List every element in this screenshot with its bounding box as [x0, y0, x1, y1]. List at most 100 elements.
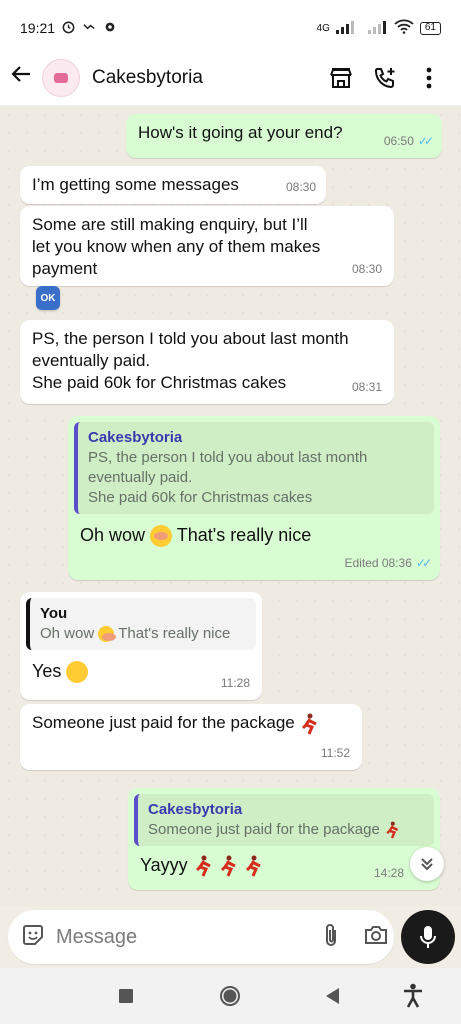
mic-icon [420, 926, 436, 948]
message-text: How's it going at your end? [138, 123, 343, 142]
home-button[interactable] [218, 984, 242, 1008]
read-ticks-icon: ✓✓ [417, 134, 434, 148]
message-meta: 11:28 [221, 672, 250, 694]
square-icon [119, 989, 133, 1003]
message-meta: 11:52 [321, 742, 350, 764]
dancer-emoji-icon [195, 855, 211, 877]
message-bubble-outgoing[interactable]: Cakesbytoria PS, the person I told you a… [68, 416, 440, 580]
double-chevron-down-icon [421, 858, 433, 871]
back-nav-button[interactable] [322, 986, 342, 1006]
message-text-part: Yes [32, 661, 62, 681]
battery-indicator: 61 [419, 21, 441, 35]
shop-button[interactable] [319, 67, 363, 89]
alarm-icon [61, 19, 76, 37]
add-call-icon [374, 67, 395, 88]
sticker-button[interactable] [20, 922, 46, 953]
message-meta: 06:50 ✓✓ [383, 130, 434, 152]
message-time: Edited 08:36 [344, 556, 412, 570]
message-time: 11:52 [320, 746, 350, 760]
message-line: payment [32, 259, 98, 278]
dancer-emoji-icon [386, 821, 399, 839]
camera-button[interactable] [363, 923, 389, 952]
back-button[interactable] [10, 63, 40, 92]
message-line: She paid 60k for Christmas cakes [32, 373, 287, 392]
message-input[interactable] [56, 925, 321, 949]
message-bubble-incoming[interactable]: PS, the person I told you about last mon… [20, 320, 394, 404]
signal-2-icon [367, 20, 388, 37]
chat-header: Cakesbytoria [0, 50, 461, 106]
quote-line: She paid 60k for Christmas cakes [88, 489, 313, 506]
message-bubble-outgoing[interactable]: How's it going at your end? 06:50 ✓✓ [126, 114, 442, 158]
attach-button[interactable] [321, 922, 341, 953]
quoted-message[interactable]: Cakesbytoria Someone just paid for the p… [134, 794, 434, 846]
quote-text: Oh wow That's really nice [40, 624, 246, 644]
accessibility-icon [404, 983, 422, 1008]
quote-author: Cakesbytoria [88, 429, 183, 446]
message-bubble-outgoing[interactable]: Cakesbytoria Someone just paid for the p… [128, 788, 440, 890]
circle-icon [220, 986, 240, 1006]
camera-icon [365, 925, 387, 944]
signal-icon [335, 20, 362, 37]
message-text-part: That's really nice [176, 525, 312, 545]
read-ticks-icon: ✓✓ [415, 556, 432, 570]
message-time: 06:50 [383, 134, 414, 148]
message-meta: 08:30 [352, 258, 382, 280]
triangle-back-icon [326, 988, 339, 1004]
status-bar: 19:21 4G 61 [0, 0, 461, 56]
network-label: 4G [316, 22, 330, 34]
grinning-sweat-face-icon [66, 661, 89, 684]
settings-icon [103, 20, 117, 37]
message-bubble-incoming[interactable]: I’m getting some messages 08:30 [20, 166, 326, 204]
accessibility-button[interactable] [400, 982, 426, 1010]
quote-author: Cakesbytoria [148, 801, 243, 818]
quote-text-part: Someone just paid for the package [148, 821, 380, 838]
message-line: Some are still making enquiry, but I’ll [32, 215, 308, 234]
message-text: Someone just paid for the package [32, 713, 295, 732]
recents-button[interactable] [116, 986, 136, 1006]
avatar[interactable] [42, 58, 80, 97]
composer-bar [0, 906, 461, 968]
voice-message-button[interactable] [401, 910, 455, 964]
quote-line: eventually paid. [88, 469, 193, 486]
message-bubble-incoming[interactable]: You Oh wow That's really nice Yes 11:28 [20, 592, 262, 700]
message-text: Oh wow That's really nice [74, 514, 434, 548]
quote-line: PS, the person I told you about last mon… [88, 449, 368, 466]
sticker-icon [23, 924, 43, 945]
message-bubble-incoming[interactable]: Someone just paid for the package 11:52 [20, 704, 362, 770]
cake-logo-icon [54, 72, 68, 83]
message-time: 11:28 [220, 676, 250, 690]
chat-title[interactable]: Cakesbytoria [92, 67, 319, 89]
paperclip-icon [326, 923, 336, 946]
quote-author: You [40, 605, 68, 622]
message-meta: 08:31 [352, 376, 382, 398]
flushed-face-icon [150, 525, 173, 548]
scroll-to-bottom-button[interactable] [410, 847, 444, 881]
more-options-button[interactable] [407, 67, 451, 89]
more-vert-icon [426, 67, 432, 88]
dancer-emoji-icon [220, 855, 236, 877]
storefront-icon [330, 67, 352, 88]
quoted-message[interactable]: Cakesbytoria PS, the person I told you a… [74, 422, 434, 514]
message-time: 08:30 [285, 180, 316, 194]
wifi-icon [394, 19, 414, 37]
missed-call-icon [82, 19, 97, 37]
system-nav-bar [0, 968, 461, 1024]
arrow-left-icon [11, 66, 30, 82]
message-time: 08:30 [351, 262, 382, 276]
message-line: eventually paid. [32, 351, 151, 370]
composer [8, 910, 394, 964]
quote-text: Someone just paid for the package [148, 820, 424, 840]
message-text: I’m getting some messages [32, 175, 239, 194]
quote-text-part: Oh wow [40, 625, 95, 642]
message-bubble-incoming[interactable]: Some are still making enquiry, but I’ll … [20, 206, 394, 286]
chat-area[interactable]: How's it going at your end? 06:50 ✓✓ I’m… [0, 106, 461, 906]
add-call-button[interactable] [363, 66, 407, 90]
quoted-message[interactable]: You Oh wow That's really nice [26, 598, 256, 650]
dancer-emoji-icon [245, 855, 261, 877]
message-time: 14:28 [373, 866, 404, 880]
dancer-emoji-icon [302, 713, 318, 735]
ok-reaction-badge[interactable]: OK [36, 286, 60, 310]
status-time: 19:21 [20, 20, 56, 36]
message-time: 08:31 [351, 380, 382, 394]
message-text-part: Oh wow [80, 525, 146, 545]
